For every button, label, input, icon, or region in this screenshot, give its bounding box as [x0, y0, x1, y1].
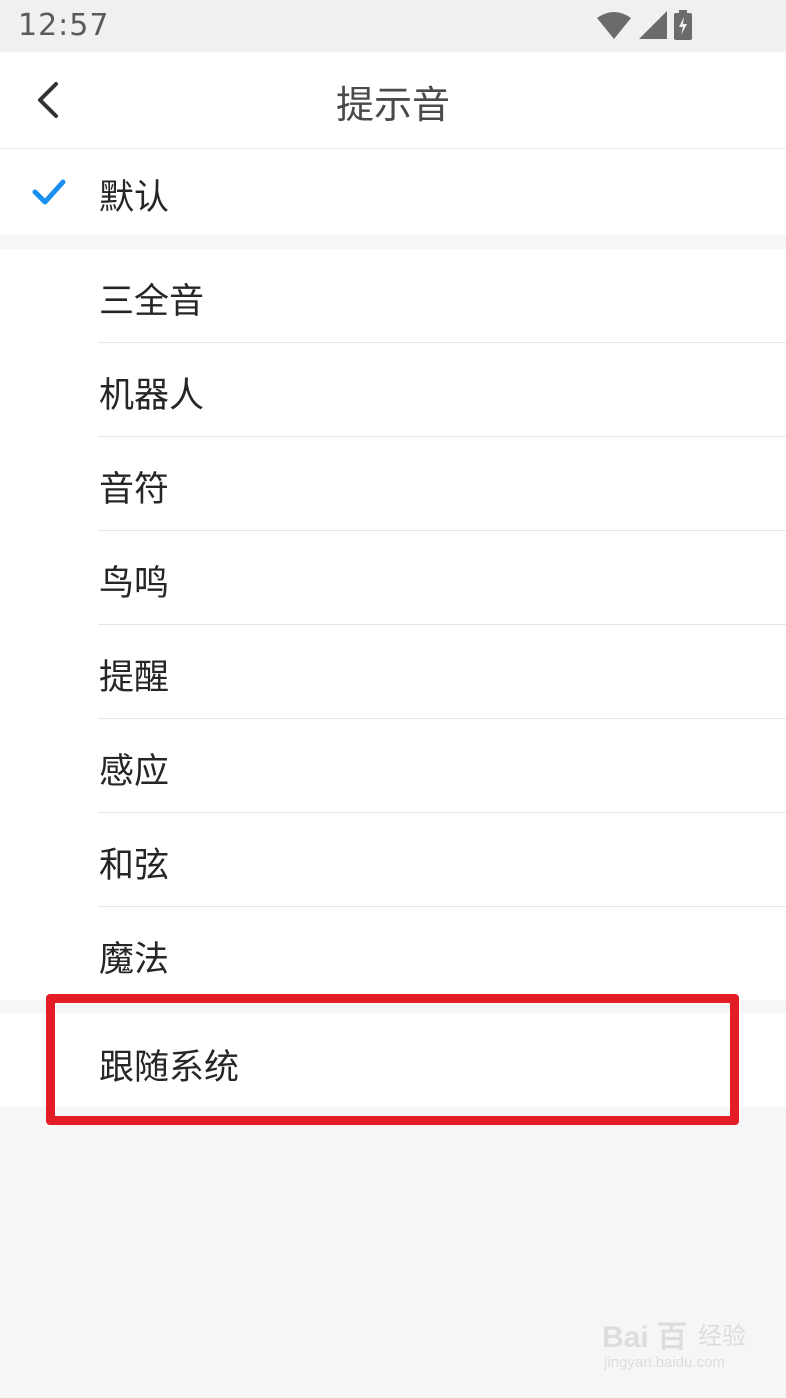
- option-label: 机器人: [99, 376, 205, 416]
- watermark-url: jingyan.baidu.com: [604, 1354, 725, 1371]
- option-row-default[interactable]: 默认: [0, 149, 786, 235]
- app-header: 提示音: [0, 52, 786, 149]
- option-row[interactable]: 魔法: [0, 907, 786, 1001]
- option-label: 提醒: [99, 658, 170, 698]
- battery-charging-icon: [674, 10, 692, 40]
- option-label: 魔法: [99, 940, 170, 980]
- watermark-brand: Bai 百: [602, 1321, 688, 1354]
- tone-options-list: 三全音 机器人 音符 鸟鸣 提醒 感应 和弦 魔法: [0, 249, 786, 1000]
- option-row[interactable]: 提醒: [0, 625, 786, 719]
- option-row[interactable]: 机器人: [0, 343, 786, 437]
- option-label: 三全音: [99, 282, 205, 322]
- option-label: 鸟鸣: [99, 564, 170, 604]
- option-row[interactable]: 鸟鸣: [0, 531, 786, 625]
- option-row[interactable]: 三全音: [0, 249, 786, 343]
- option-label: 默认: [99, 178, 170, 218]
- baidu-jingyan-watermark: Bai 百 经验 jingyan.baidu.com: [602, 1312, 752, 1382]
- option-label: 感应: [99, 752, 170, 792]
- option-row[interactable]: 感应: [0, 719, 786, 813]
- page-title: 提示音: [335, 83, 450, 127]
- highlight-annotation-box: [46, 994, 739, 1125]
- watermark-suffix: 经验: [698, 1322, 746, 1350]
- checkmark-icon: [32, 179, 66, 205]
- option-row[interactable]: 音符: [0, 437, 786, 531]
- status-bar: 12:57: [0, 0, 786, 52]
- wifi-icon: [597, 12, 631, 39]
- option-label: 音符: [99, 470, 170, 510]
- option-row[interactable]: 和弦: [0, 813, 786, 907]
- option-label: 和弦: [99, 846, 170, 886]
- status-time: 12:57: [18, 8, 110, 43]
- cell-signal-icon: [639, 11, 667, 39]
- default-option-group: 默认: [0, 149, 786, 235]
